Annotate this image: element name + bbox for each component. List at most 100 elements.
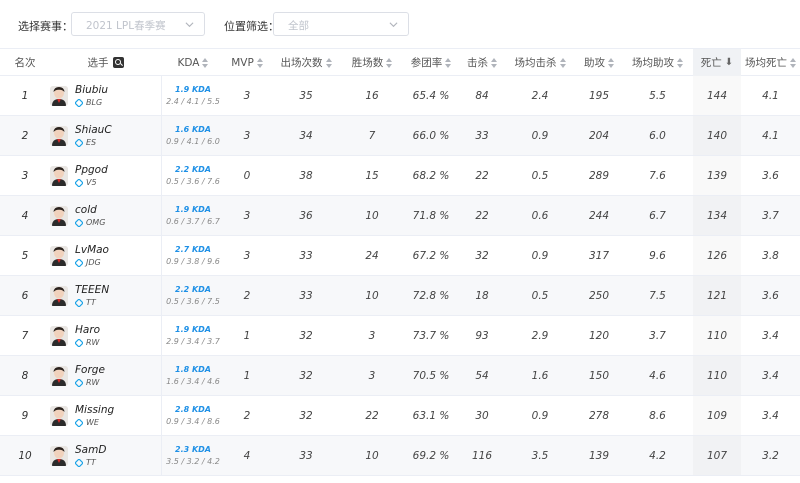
wins-cell: 10 — [365, 449, 379, 462]
event-select[interactable]: 2021 LPL春季赛 — [71, 12, 205, 36]
kills-cell: 32 — [475, 249, 489, 262]
event-select-value: 2021 LPL春季赛 — [86, 20, 166, 32]
assists-cell: 120 — [588, 329, 610, 342]
mvp-cell: 3 — [243, 89, 251, 102]
kill-participation-cell: 63.1 % — [412, 409, 450, 422]
mvp-cell: 3 — [243, 129, 251, 142]
table-row[interactable]: 3 Ppgod V5 2.2 KDA 0.5 / 3.6 / 7.6 0 38 … — [0, 156, 800, 196]
player-team: TT — [75, 298, 96, 307]
games-cell: 35 — [299, 89, 313, 102]
kills-cell: 22 — [475, 169, 489, 182]
player-name[interactable]: Forge — [75, 364, 105, 376]
table-row[interactable]: 5 LvMao JDG 2.7 KDA 0.9 / 3.8 / 9.6 3 33… — [0, 236, 800, 276]
player-avatar[interactable] — [50, 286, 68, 306]
kill-participation-cell: 70.5 % — [412, 369, 450, 382]
kills-cell: 30 — [475, 409, 489, 422]
kda-detail: 2.9 / 3.4 / 3.7 — [166, 337, 220, 346]
column-divider — [161, 116, 162, 155]
team-logo-icon — [75, 298, 83, 307]
player-avatar[interactable] — [50, 406, 68, 426]
kda-value: 2.2 KDA — [175, 285, 211, 294]
rank-cell: 4 — [21, 209, 29, 222]
table-row[interactable]: 4 cold OMG 1.9 KDA 0.6 / 3.7 / 6.7 3 36 … — [0, 196, 800, 236]
kill-participation-cell: 73.7 % — [412, 329, 450, 342]
player-name[interactable]: LvMao — [75, 244, 109, 256]
player-name[interactable]: cold — [75, 204, 97, 216]
player-team: OMG — [75, 218, 105, 227]
kda-detail: 2.4 / 4.1 / 5.5 — [166, 97, 220, 106]
avg-kills-cell: 0.5 — [531, 169, 549, 182]
header-games[interactable]: 出场次数 — [270, 49, 342, 76]
player-avatar[interactable] — [50, 126, 68, 146]
kda-value: 2.3 KDA — [175, 445, 211, 454]
table-row[interactable]: 2 ShiauC ES 1.6 KDA 0.9 / 4.1 / 6.0 3 34… — [0, 116, 800, 156]
player-avatar[interactable] — [50, 206, 68, 226]
position-select[interactable]: 全部 — [273, 12, 409, 36]
mvp-cell: 2 — [243, 289, 251, 302]
player-name[interactable]: Ppgod — [75, 164, 108, 176]
header-deaths[interactable]: 死亡 ⬇ — [693, 49, 741, 76]
header-kill-participation[interactable]: 参团率 — [402, 49, 460, 76]
table-row[interactable]: 9 Missing WE 2.8 KDA 0.9 / 3.4 / 8.6 2 3… — [0, 396, 800, 436]
avg-kills-cell: 1.6 — [531, 369, 549, 382]
games-cell: 36 — [299, 209, 313, 222]
sort-icon — [790, 57, 796, 68]
header-kills[interactable]: 击杀 — [460, 49, 504, 76]
column-divider — [161, 356, 162, 395]
kda-value: 1.9 KDA — [175, 205, 211, 214]
header-avg-kills[interactable]: 场均击杀 — [504, 49, 576, 76]
player-team: TT — [75, 458, 96, 467]
player-stats-table: 名次 选手 KDA MVP 出场次数 胜场数 参团率 击杀 场均击杀 助攻 场均… — [0, 48, 800, 476]
assists-cell: 317 — [588, 249, 610, 262]
table-row[interactable]: 1 Biubiu BLG 1.9 KDA 2.4 / 4.1 / 5.5 3 3… — [0, 76, 800, 116]
player-avatar[interactable] — [50, 446, 68, 466]
player-avatar[interactable] — [50, 326, 68, 346]
kda-value: 1.6 KDA — [175, 125, 211, 134]
player-avatar[interactable] — [50, 246, 68, 266]
player-team: WE — [75, 418, 99, 427]
team-logo-icon — [75, 418, 83, 427]
table-row[interactable]: 7 Haro RW 1.9 KDA 2.9 / 3.4 / 3.7 1 32 3… — [0, 316, 800, 356]
team-name: TT — [86, 298, 96, 307]
chevron-down-icon — [185, 22, 194, 28]
games-cell: 33 — [299, 449, 313, 462]
header-player[interactable]: 选手 — [50, 49, 161, 76]
chevron-down-icon — [389, 22, 398, 28]
header-wins[interactable]: 胜场数 — [342, 49, 402, 76]
column-divider — [161, 236, 162, 275]
kill-participation-cell: 68.2 % — [412, 169, 450, 182]
player-name[interactable]: Haro — [75, 324, 100, 336]
assists-cell: 204 — [588, 129, 610, 142]
player-name[interactable]: ShiauC — [75, 124, 112, 136]
team-logo-icon — [75, 338, 83, 347]
mvp-cell: 3 — [243, 249, 251, 262]
sort-icon — [445, 57, 452, 68]
player-name[interactable]: TEEEN — [75, 284, 109, 296]
team-name: RW — [86, 338, 100, 347]
player-name[interactable]: SamD — [75, 444, 106, 456]
kda-detail: 0.9 / 3.4 / 8.6 — [166, 417, 220, 426]
player-avatar[interactable] — [50, 166, 68, 186]
player-name[interactable]: Missing — [75, 404, 114, 416]
header-kda[interactable]: KDA — [162, 49, 224, 76]
player-avatar[interactable] — [50, 86, 68, 106]
table-row[interactable]: 6 TEEEN TT 2.2 KDA 0.5 / 3.6 / 7.5 2 33 … — [0, 276, 800, 316]
header-avg-assists[interactable]: 场均助攻 — [622, 49, 693, 76]
header-avg-deaths[interactable]: 场均死亡 — [741, 49, 800, 76]
team-name: TT — [86, 458, 96, 467]
avg-kills-cell: 0.9 — [531, 129, 549, 142]
player-avatar[interactable] — [50, 366, 68, 386]
table-row[interactable]: 10 SamD TT 2.3 KDA 3.5 / 3.2 / 4.2 4 33 … — [0, 436, 800, 476]
avg-assists-cell: 8.6 — [649, 409, 666, 422]
header-mvp[interactable]: MVP — [224, 49, 270, 76]
table-row[interactable]: 8 Forge RW 1.8 KDA 1.6 / 3.4 / 4.6 1 32 … — [0, 356, 800, 396]
team-logo-icon — [75, 98, 83, 107]
header-assists[interactable]: 助攻 — [576, 49, 622, 76]
player-name[interactable]: Biubiu — [75, 84, 108, 96]
rank-cell: 9 — [21, 409, 29, 422]
avg-assists-cell: 4.6 — [649, 369, 666, 382]
avg-deaths-cell: 3.4 — [762, 329, 779, 342]
kill-participation-cell: 67.2 % — [412, 249, 450, 262]
position-filter-label: 位置筛选： — [224, 20, 279, 33]
search-icon[interactable] — [112, 57, 124, 68]
